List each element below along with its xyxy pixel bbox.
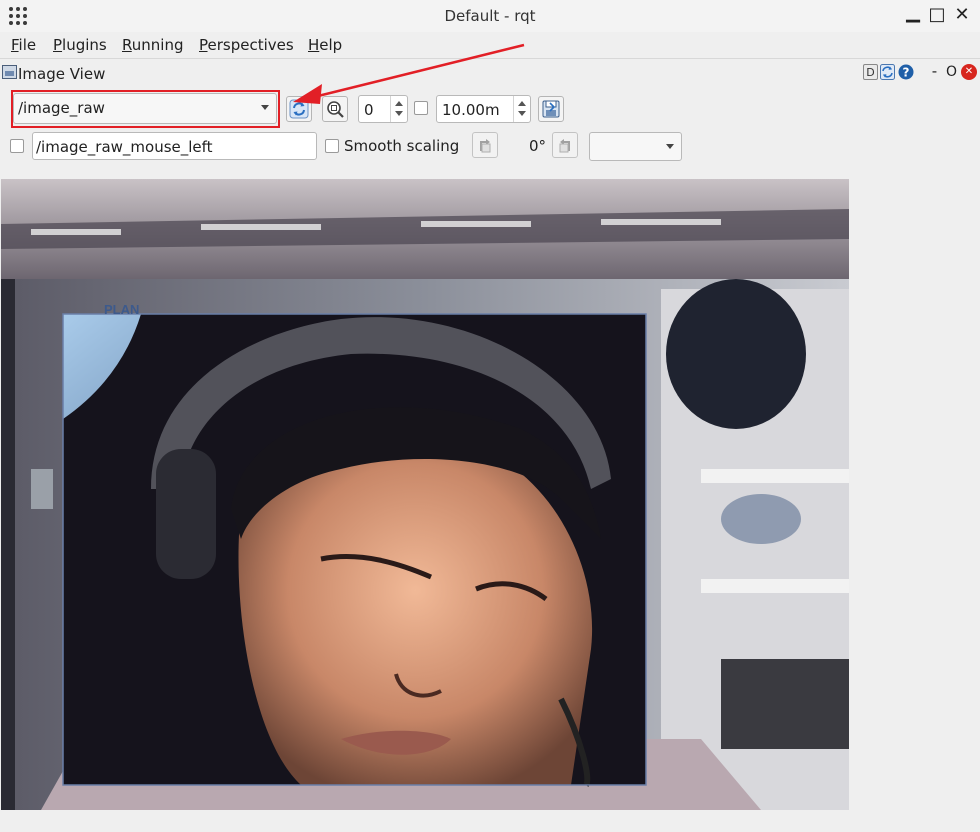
zoom-spinbox[interactable]: 0 — [358, 95, 408, 123]
rotate-left-icon — [480, 139, 491, 153]
refresh-topics-button[interactable] — [286, 96, 312, 122]
smooth-scaling-checkbox[interactable] — [325, 139, 339, 153]
duration-spinbox[interactable]: 10.00m — [436, 95, 531, 123]
spin-arrows[interactable] — [513, 96, 530, 122]
mouse-topic-field[interactable]: /image_raw_mouse_left — [32, 132, 317, 160]
dock-d-button[interactable]: D — [863, 64, 878, 80]
save-icon — [542, 100, 560, 118]
zoom-icon — [327, 101, 344, 118]
save-image-button[interactable] — [538, 96, 564, 122]
rotate-left-button[interactable] — [472, 132, 498, 158]
spin-arrows[interactable] — [390, 96, 407, 122]
dynamic-range-checkbox[interactable] — [414, 101, 428, 115]
zoom-button[interactable] — [322, 96, 348, 122]
mouse-publish-checkbox[interactable] — [10, 139, 24, 153]
camera-image-view[interactable]: PLAN — [1, 179, 849, 810]
dock-minimize-button[interactable]: - — [927, 64, 942, 80]
menu-separator — [0, 58, 980, 59]
background-sign-text: PLAN — [104, 302, 139, 317]
title-bar: Default - rqt ▁ □ ✕ — [0, 0, 980, 32]
camera-image: PLAN — [1, 179, 849, 810]
rotate-right-button[interactable] — [552, 132, 578, 158]
close-window-button[interactable]: ✕ — [951, 4, 973, 25]
menu-perspectives[interactable]: Perspectives — [199, 36, 294, 54]
minimize-button[interactable]: ▁ — [902, 2, 924, 23]
image-view-icon — [2, 65, 17, 79]
refresh-icon — [289, 99, 309, 119]
menu-running[interactable]: Running — [122, 36, 183, 54]
smooth-scaling-label: Smooth scaling — [344, 137, 460, 155]
dock-close-button[interactable]: ✕ — [961, 64, 977, 80]
menu-file[interactable]: File — [11, 36, 36, 54]
highlight-box — [11, 90, 280, 128]
maximize-button[interactable]: □ — [926, 4, 948, 25]
rotate-right-icon — [559, 139, 570, 153]
dock-float-button[interactable]: O — [944, 64, 959, 80]
color-scheme-combobox[interactable] — [589, 132, 682, 161]
menu-plugins[interactable]: Plugins — [53, 36, 107, 54]
window-title: Default - rqt — [444, 7, 536, 25]
plugin-title-bar[interactable]: Image View D ? - O ✕ — [0, 61, 980, 85]
svg-text:?: ? — [903, 66, 910, 80]
menu-help[interactable]: Help — [308, 36, 342, 54]
plugin-title: Image View — [18, 65, 106, 83]
dock-reload-button[interactable] — [880, 64, 895, 80]
rotation-label: 0° — [529, 137, 547, 155]
chevron-down-icon — [666, 144, 674, 149]
reload-icon — [880, 64, 895, 80]
menu-bar: File Plugins Running Perspectives Help — [0, 32, 980, 58]
help-icon[interactable]: ? — [898, 64, 914, 80]
